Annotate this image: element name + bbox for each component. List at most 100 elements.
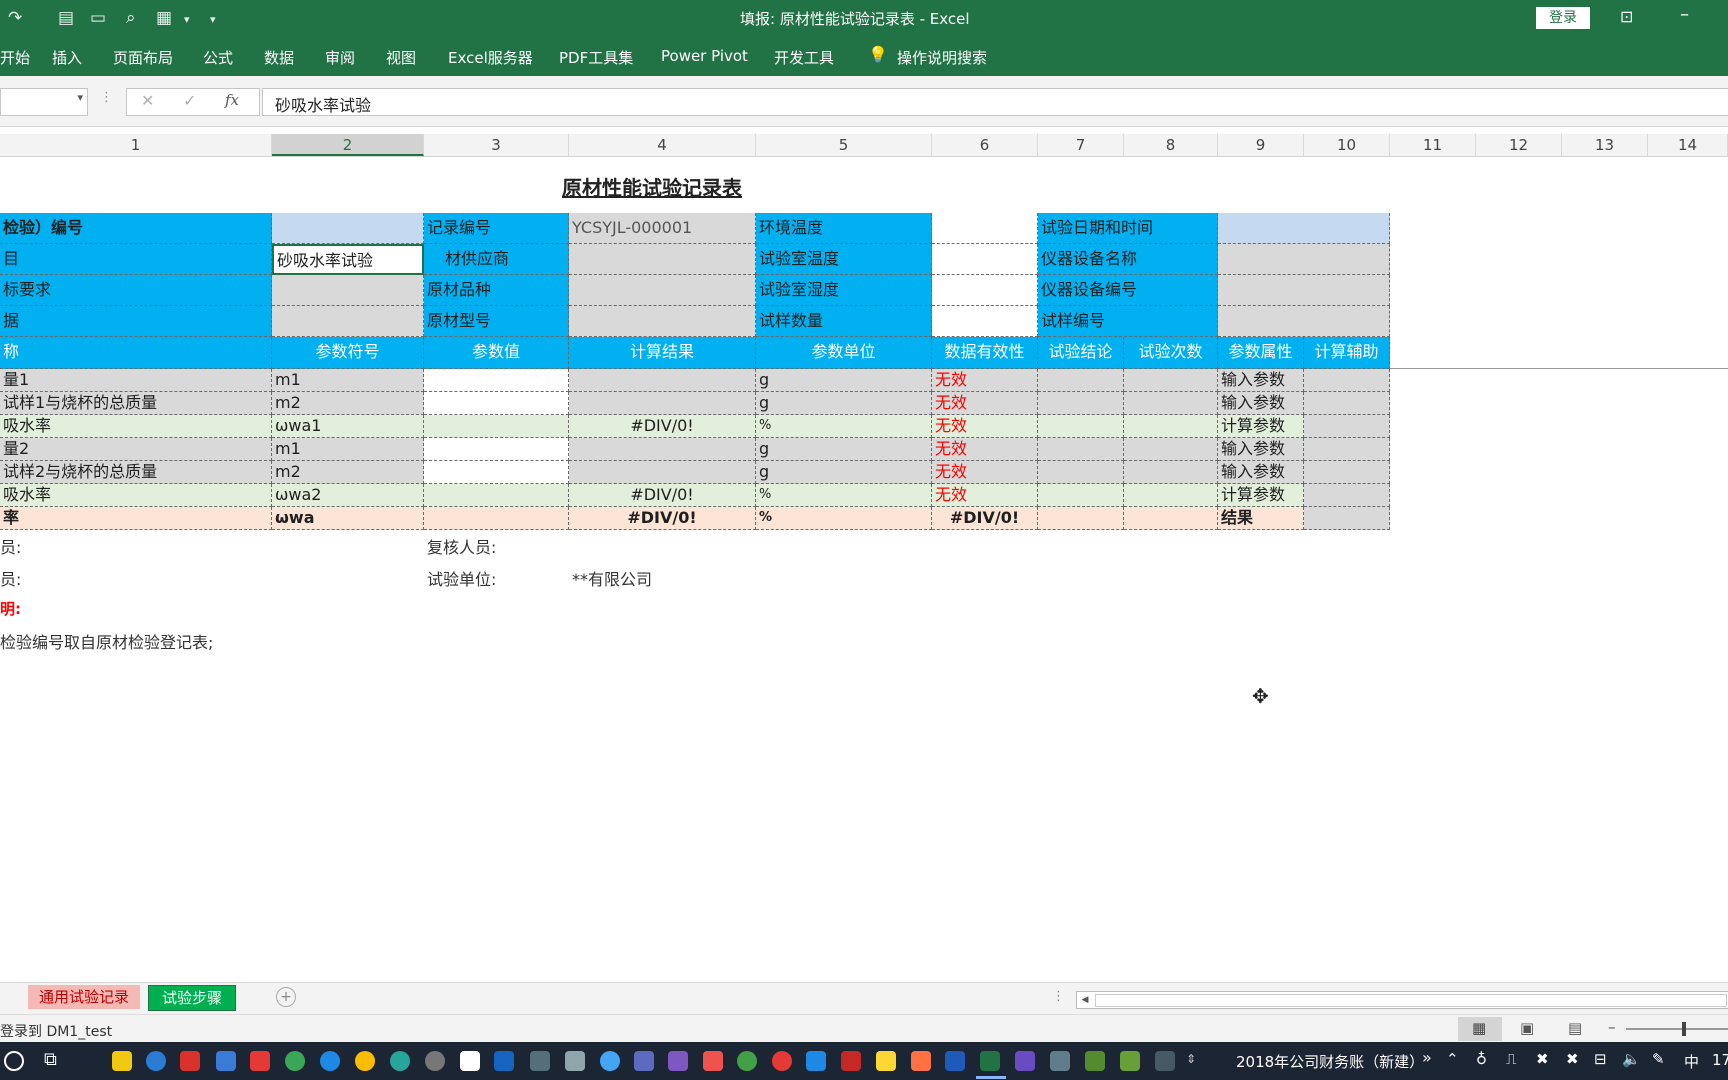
tell-me-search[interactable]: 操作说明搜索	[897, 47, 987, 68]
clock[interactable]: 17	[1712, 1051, 1728, 1069]
app-icon[interactable]	[530, 1051, 550, 1071]
open-folder-icon[interactable]: ▭	[90, 8, 106, 28]
info-value-cell[interactable]	[1218, 306, 1390, 337]
column-header-cell[interactable]: 4	[569, 134, 756, 156]
info-value-cell[interactable]	[272, 306, 424, 337]
app-icon[interactable]	[634, 1051, 654, 1071]
column-header-cell[interactable]: 1	[0, 134, 272, 156]
app-icon[interactable]	[1120, 1051, 1140, 1071]
param-attr-cell[interactable]: 输入参数	[1218, 369, 1304, 392]
column-header-cell[interactable]: 13	[1562, 134, 1648, 156]
usb-icon[interactable]: ⎍	[1506, 1050, 1517, 1068]
tab-insert[interactable]: 插入	[52, 47, 82, 68]
print-preview-icon[interactable]: ⌕	[126, 8, 136, 28]
param-unit-cell[interactable]: g	[756, 392, 932, 415]
param-symbol-cell[interactable]: ωwa1	[272, 415, 424, 438]
close-tray-icon[interactable]: ✖	[1536, 1050, 1549, 1068]
app-icon[interactable]	[911, 1051, 931, 1071]
app-icon[interactable]	[1155, 1051, 1175, 1071]
column-header-cell[interactable]: 2	[272, 134, 424, 156]
info-label-cell[interactable]: 环境温度	[756, 213, 932, 244]
param-result-cell[interactable]	[569, 369, 756, 392]
param-attr-cell[interactable]: 计算参数	[1218, 415, 1304, 438]
param-count-cell[interactable]	[1124, 369, 1218, 392]
param-result-cell[interactable]: #DIV/0!	[569, 415, 756, 438]
cancel-icon[interactable]: ✕	[141, 91, 154, 110]
tab-test-steps[interactable]: 试验步骤	[148, 985, 236, 1011]
horizontal-scrollbar[interactable]: ◀	[1076, 991, 1728, 1009]
info-value-cell[interactable]	[272, 275, 424, 306]
taskbar-window-label[interactable]: 2018年公司财务账（新建）	[1236, 1051, 1424, 1072]
info-value-cell[interactable]	[1218, 275, 1390, 306]
info-label-cell[interactable]: 据	[0, 306, 272, 337]
param-symbol-cell[interactable]: m1	[272, 369, 424, 392]
param-aux-cell[interactable]	[1304, 507, 1390, 530]
param-unit-cell[interactable]: g	[756, 461, 932, 484]
column-header-cell[interactable]: 14	[1648, 134, 1728, 156]
param-aux-cell[interactable]	[1304, 484, 1390, 507]
param-count-cell[interactable]	[1124, 507, 1218, 530]
wechat-app-icon[interactable]	[737, 1051, 757, 1071]
tab-home[interactable]: 开始	[0, 47, 30, 68]
task-view-icon[interactable]: ⧉	[44, 1049, 57, 1070]
param-name-cell[interactable]: 试样1与烧杯的总质量	[0, 392, 272, 415]
param-unit-cell[interactable]: g	[756, 369, 932, 392]
param-name-cell[interactable]: 量2	[0, 438, 272, 461]
zoom-slider-handle[interactable]	[1682, 1022, 1686, 1036]
param-value-cell[interactable]	[424, 461, 569, 484]
store-app-icon[interactable]	[216, 1051, 236, 1071]
param-attr-cell[interactable]: 结果	[1218, 507, 1304, 530]
param-value-cell[interactable]	[424, 392, 569, 415]
app-icon[interactable]	[494, 1051, 514, 1071]
param-name-cell[interactable]: 吸水率	[0, 415, 272, 438]
app-icon[interactable]	[1015, 1051, 1035, 1071]
normal-view-icon[interactable]: ▦	[1458, 1017, 1502, 1041]
param-value-cell[interactable]	[424, 438, 569, 461]
name-box[interactable]: ▾	[0, 88, 88, 116]
info-value-cell[interactable]	[932, 213, 1038, 244]
info-label-cell[interactable]: 仪器设备名称	[1038, 244, 1218, 275]
minimize-icon[interactable]: –	[1680, 4, 1689, 25]
info-label-cell[interactable]: 试样数量	[756, 306, 932, 337]
param-conclusion-cell[interactable]	[1038, 438, 1124, 461]
param-symbol-cell[interactable]: ωwa	[272, 507, 424, 530]
tab-review[interactable]: 审阅	[325, 47, 355, 68]
login-button[interactable]: 登录	[1536, 7, 1590, 29]
info-label-cell[interactable]: 标要求	[0, 275, 272, 306]
show-hidden-icons-icon[interactable]: ⌃	[1446, 1050, 1459, 1068]
pdf-app-icon[interactable]	[250, 1051, 270, 1071]
new-file-icon[interactable]: ▤	[58, 8, 74, 28]
param-aux-cell[interactable]	[1304, 392, 1390, 415]
param-symbol-cell[interactable]: m2	[272, 392, 424, 415]
info-label-cell[interactable]: 试样编号	[1038, 306, 1218, 337]
param-aux-cell[interactable]	[1304, 461, 1390, 484]
browser-app-icon[interactable]	[146, 1051, 166, 1071]
tab-excel-server[interactable]: Excel服务器	[448, 47, 533, 68]
info-value-cell[interactable]	[569, 275, 756, 306]
param-validity-cell[interactable]: 无效	[932, 392, 1038, 415]
app-icon[interactable]	[668, 1051, 688, 1071]
form-icon[interactable]: ▦	[156, 8, 172, 28]
param-count-cell[interactable]	[1124, 484, 1218, 507]
chat-app-icon[interactable]	[180, 1051, 200, 1071]
info-value-cell[interactable]	[932, 275, 1038, 306]
word-app-icon[interactable]	[945, 1051, 965, 1071]
column-header-cell[interactable]: 9	[1218, 134, 1304, 156]
excel-app-icon[interactable]	[980, 1051, 1000, 1071]
param-attr-cell[interactable]: 输入参数	[1218, 438, 1304, 461]
tab-general-test-record[interactable]: 通用试验记录	[28, 985, 140, 1009]
info-label-cell[interactable]: 原材品种	[424, 275, 569, 306]
param-value-cell[interactable]	[424, 484, 569, 507]
param-unit-cell[interactable]: %	[756, 484, 932, 507]
media-app-icon[interactable]	[425, 1051, 445, 1071]
param-validity-cell[interactable]: 无效	[932, 369, 1038, 392]
param-validity-cell[interactable]: 无效	[932, 415, 1038, 438]
column-header-cell[interactable]: 12	[1476, 134, 1562, 156]
chevron-down-icon[interactable]: ▾	[184, 13, 190, 26]
close-tray-icon[interactable]: ✖	[1566, 1050, 1579, 1068]
column-header-cell[interactable]: 3	[424, 134, 569, 156]
tab-view[interactable]: 视图	[386, 47, 416, 68]
param-result-cell[interactable]: #DIV/0!	[569, 484, 756, 507]
param-symbol-cell[interactable]: m1	[272, 438, 424, 461]
tab-data[interactable]: 数据	[264, 47, 294, 68]
